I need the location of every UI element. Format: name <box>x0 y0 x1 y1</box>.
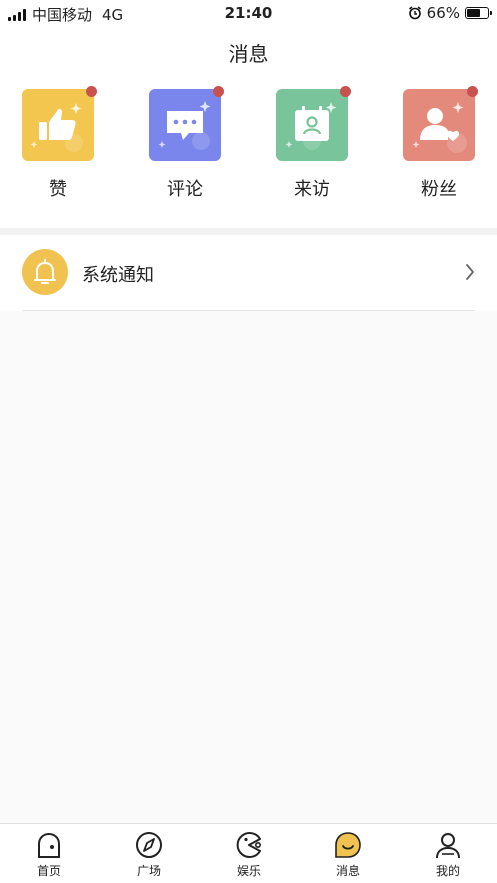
category-label: 评论 <box>167 179 203 200</box>
tab-label: 广场 <box>136 864 161 878</box>
category-comments[interactable]: 评论 <box>145 86 225 201</box>
tab-messages[interactable]: 消息 <box>318 830 378 879</box>
bottom-tab-bar: 首页 广场 娱乐 消息 我的 <box>0 823 497 883</box>
tab-plaza[interactable]: 广场 <box>119 830 179 879</box>
tab-home[interactable]: 首页 <box>19 830 79 879</box>
system-notification-label: 系统通知 <box>82 265 154 286</box>
message-smile-icon <box>335 832 361 858</box>
battery-percent: 66% <box>426 4 460 22</box>
status-right: 66% <box>408 4 492 22</box>
tab-label: 娱乐 <box>236 864 261 878</box>
fans-badge-dot <box>467 86 478 97</box>
fans-tile <box>403 86 478 161</box>
visitor-icon <box>285 102 337 150</box>
tab-label: 消息 <box>335 864 360 878</box>
fans-icon <box>412 102 467 153</box>
visitors-badge-dot <box>340 86 351 97</box>
comments-tile <box>149 86 224 161</box>
section-divider <box>0 228 497 235</box>
thumbs-up-icon <box>30 103 83 152</box>
likes-badge-dot <box>86 86 97 97</box>
tab-label: 首页 <box>36 864 61 878</box>
status-bar: 中国移动 4G 21:40 66% <box>0 0 497 26</box>
visitors-tile <box>276 86 351 161</box>
message-categories: 赞 评论 来访 粉丝 <box>0 74 497 228</box>
battery-icon <box>465 7 492 19</box>
comment-icon <box>158 101 211 150</box>
category-fans[interactable]: 粉丝 <box>399 86 479 201</box>
alarm-icon <box>408 6 421 20</box>
comments-badge-dot <box>213 86 224 97</box>
likes-tile <box>22 86 97 161</box>
page-title: 消息 <box>228 42 269 66</box>
tab-entertainment[interactable]: 娱乐 <box>219 830 279 879</box>
home-icon <box>38 832 60 858</box>
battery-fill <box>467 9 481 17</box>
header: 消息 <box>0 26 497 74</box>
pacman-icon <box>236 832 261 858</box>
tab-label: 我的 <box>435 864 460 878</box>
category-visitors[interactable]: 来访 <box>272 86 352 201</box>
profile-icon <box>436 833 460 859</box>
category-likes[interactable]: 赞 <box>18 86 98 201</box>
category-label: 粉丝 <box>421 179 457 200</box>
row-divider <box>22 310 475 311</box>
system-notification-row[interactable]: 系统通知 <box>0 235 497 311</box>
category-label: 赞 <box>49 179 67 200</box>
compass-icon <box>136 832 162 858</box>
tab-mine[interactable]: 我的 <box>418 830 478 879</box>
category-label: 来访 <box>294 179 330 200</box>
chevron-right-icon <box>466 264 474 280</box>
bell-icon <box>22 249 68 295</box>
